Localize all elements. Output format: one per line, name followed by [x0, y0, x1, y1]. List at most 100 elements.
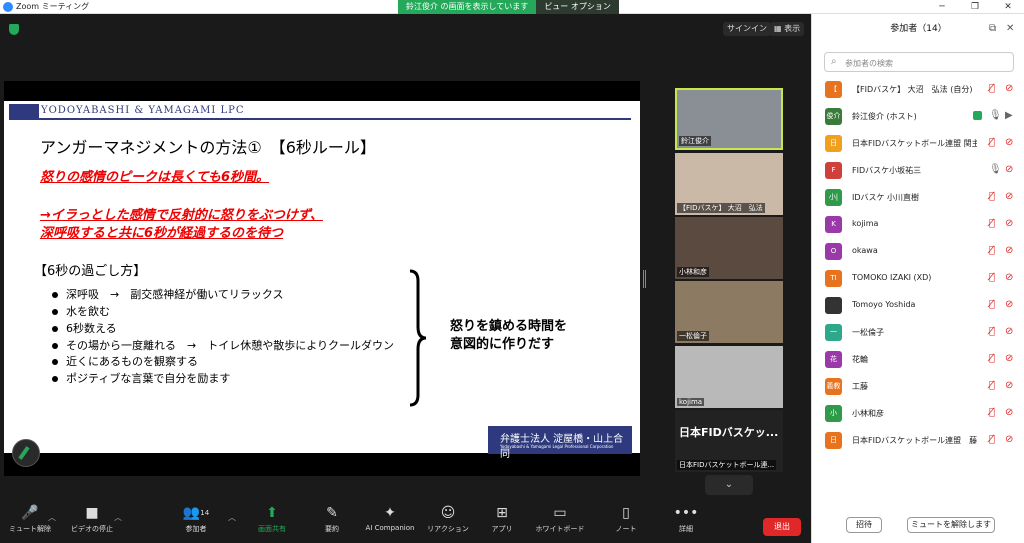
participant-row[interactable]: Ookawa 🎙̸ ⊘: [812, 238, 1024, 265]
video-tile[interactable]: 小林和彦: [675, 217, 783, 279]
unmute-me-button[interactable]: ミュートを解除します: [907, 517, 995, 533]
video-tile[interactable]: 【FIDバスケ】 大沼 弘法: [675, 153, 783, 215]
video-off-icon[interactable]: ⊘: [1005, 245, 1013, 256]
mic-muted-icon[interactable]: 🎙̸: [989, 218, 995, 229]
mic-muted-icon[interactable]: 🎙̸: [989, 272, 995, 283]
view-button-label: 表示: [784, 24, 801, 33]
participant-name: TOMOKO IZAKI (XD): [852, 273, 932, 282]
participant-search-input[interactable]: ⌕ 参加者の検索: [824, 52, 1014, 72]
participant-row[interactable]: 日 日本FIDバスケットボール連盟 関主... 🎙̸ ⊘: [812, 130, 1024, 157]
participant-name: FIDバスケ小坂祐三: [852, 166, 922, 175]
pop-out-icon[interactable]: ⧉: [989, 23, 996, 34]
video-off-icon[interactable]: ⊘: [1005, 137, 1013, 148]
participant-name: 工藤: [852, 382, 868, 391]
video-tile[interactable]: 一松倫子: [675, 281, 783, 343]
video-off-icon[interactable]: ⊘: [1005, 407, 1013, 418]
share-banner: 鈴江俊介 の画面を表示しています ビュー オプション: [398, 0, 619, 14]
apps-button[interactable]: ⊞ アプリ: [474, 502, 530, 534]
video-off-icon[interactable]: ⊘: [1005, 434, 1013, 445]
summary-icon: ✎: [326, 505, 338, 521]
participant-row[interactable]: 義教 工藤 🎙̸ ⊘: [812, 373, 1024, 400]
avatar: 花: [825, 351, 842, 368]
video-off-icon[interactable]: ⊘: [1005, 299, 1013, 310]
apps-icon: ⊞: [496, 505, 508, 521]
mic-muted-icon[interactable]: 🎙̸: [989, 434, 995, 445]
close-icon[interactable]: ✕: [996, 0, 1020, 14]
mic-muted-icon[interactable]: 🎙̸: [989, 83, 995, 94]
video-off-icon[interactable]: ⊘: [1005, 83, 1013, 94]
notes-button[interactable]: ▯ ノート: [598, 502, 654, 534]
avatar: O: [825, 243, 842, 260]
annotate-pen-button[interactable]: [12, 439, 40, 467]
chevron-up-icon[interactable]: ︿: [114, 512, 122, 523]
slide-bullet: 深呼吸 → 副交感神経が働いてリラックス: [52, 286, 284, 302]
more-button[interactable]: ••• 詳細: [658, 502, 714, 534]
mic-muted-icon[interactable]: 🎙̸: [989, 299, 995, 310]
participant-row[interactable]: 【 【FIDバスケ】 大沼 弘法 (自分) 🎙̸ ⊘: [812, 76, 1024, 103]
video-off-icon[interactable]: ⊘: [1005, 164, 1013, 175]
participant-row[interactable]: 一 一松倫子 🎙̸ ⊘: [812, 319, 1024, 346]
video-tile[interactable]: kojima: [675, 346, 783, 408]
chevron-up-icon[interactable]: ︿: [48, 512, 56, 523]
chevron-down-icon[interactable]: ⌄: [705, 475, 753, 495]
mic-muted-icon[interactable]: 🎙̸: [989, 353, 995, 364]
video-tile[interactable]: 日本FIDバスケッ... 日本FIDバスケットボール連...: [675, 410, 783, 472]
reaction-button[interactable]: ☺ リアクション: [420, 502, 476, 534]
restore-icon[interactable]: ❐: [963, 0, 987, 14]
participant-row[interactable]: Kkojima 🎙̸ ⊘: [812, 211, 1024, 238]
video-off-icon[interactable]: ⊘: [1005, 326, 1013, 337]
participant-row[interactable]: Tomoyo Yoshida 🎙̸ ⊘: [812, 292, 1024, 319]
mic-icon[interactable]: 🎙: [989, 164, 1002, 175]
signin-button[interactable]: サインイン: [723, 22, 771, 36]
avatar: [825, 297, 842, 314]
slide-red-line-2a: →イラっとした感情で反射的に怒りをぶつけず、: [40, 208, 323, 223]
video-camera-icon: ■: [85, 505, 99, 521]
security-shield-icon[interactable]: [9, 24, 19, 35]
video-tile[interactable]: 鈴江俊介: [675, 88, 783, 150]
avatar: 俊介: [825, 108, 842, 125]
chevron-up-icon[interactable]: ︿: [228, 512, 236, 523]
close-panel-icon[interactable]: ✕: [1006, 23, 1014, 34]
slide-header: YODOYABASHI & YAMAGAMI LPC: [9, 101, 631, 120]
video-off-icon[interactable]: ⊘: [1005, 218, 1013, 229]
search-icon: ⌕: [831, 56, 837, 67]
view-options-button[interactable]: ビュー オプション: [536, 0, 619, 14]
participant-row[interactable]: 小 小林和彦 🎙̸ ⊘: [812, 400, 1024, 427]
split-drag-handle[interactable]: [643, 270, 646, 288]
participant-row[interactable]: 俊介 鈴江俊介 (ホスト) 🎙 ▶: [812, 103, 1024, 130]
video-off-icon[interactable]: ⊘: [1005, 353, 1013, 364]
notes-icon: ▯: [622, 505, 630, 521]
participant-name: Tomoyo Yoshida: [852, 300, 916, 309]
summary-button[interactable]: ✎ 要約: [304, 502, 360, 534]
ai-companion-button[interactable]: ✦ AI Companion: [362, 502, 418, 532]
minimize-icon[interactable]: ─: [930, 0, 954, 14]
video-button[interactable]: ■ ビデオの停止: [64, 502, 120, 534]
leave-button[interactable]: 退出: [763, 518, 801, 536]
share-screen-button[interactable]: ⬆ 画面共有: [244, 502, 300, 534]
video-tile-name: 鈴江俊介: [679, 136, 711, 146]
video-tile-name: 日本FIDバスケットボール連...: [677, 460, 777, 470]
mic-muted-icon[interactable]: 🎙̸: [989, 245, 995, 256]
invite-button[interactable]: 招待: [846, 517, 882, 533]
video-off-icon[interactable]: ⊘: [1005, 272, 1013, 283]
mic-muted-icon[interactable]: 🎙̸: [989, 137, 995, 148]
video-off-icon[interactable]: ⊘: [1005, 380, 1013, 391]
mic-icon[interactable]: 🎙: [989, 110, 1002, 121]
video-off-icon[interactable]: ⊘: [1005, 191, 1013, 202]
participant-row[interactable]: 日 日本FIDバスケットボール連盟 藤... 🎙̸ ⊘: [812, 427, 1024, 454]
meeting-toolbar: 🎤 ミュート解除 ︿ ■ ビデオの停止 ︿ 👥14 参加者 ︿ ⬆ 画面共有 ✎…: [0, 500, 811, 543]
whiteboard-button[interactable]: ▭ ホワイトボード: [532, 502, 588, 534]
participant-row[interactable]: 花 花輪 🎙̸ ⊘: [812, 346, 1024, 373]
mic-muted-icon[interactable]: 🎙̸: [989, 407, 995, 418]
view-button[interactable]: ▦ 表示: [770, 22, 805, 36]
participants-button[interactable]: 👥14 参加者: [168, 502, 224, 534]
participant-row[interactable]: F FIDバスケ小坂祐三 🎙 ⊘: [812, 157, 1024, 184]
participant-row[interactable]: TI TOMOKO IZAKI (XD) 🎙̸ ⊘: [812, 265, 1024, 292]
participant-row[interactable]: 小| IDバスケ 小川直樹 🎙̸ ⊘: [812, 184, 1024, 211]
brace-text: 怒りを鎮める時間を 意図的に作りだす: [450, 318, 567, 354]
mic-muted-icon[interactable]: 🎙̸: [989, 380, 995, 391]
mic-muted-icon[interactable]: 🎙̸: [989, 326, 995, 337]
mic-muted-icon[interactable]: 🎙̸: [989, 191, 995, 202]
avatar: 一: [825, 324, 842, 341]
video-camera-icon[interactable]: ▶: [1005, 110, 1013, 121]
